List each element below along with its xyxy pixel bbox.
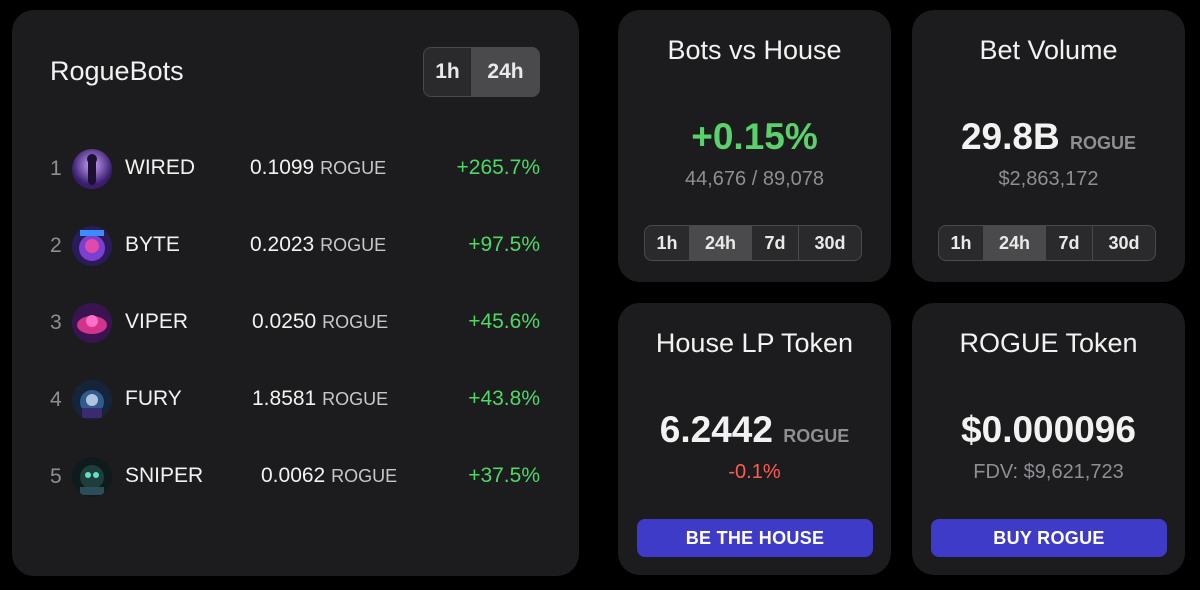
period-1h-button[interactable]: 1h <box>645 226 690 260</box>
bot-avatar <box>72 226 112 266</box>
period-7d-button[interactable]: 7d <box>752 226 799 260</box>
bot-avatar <box>72 380 112 420</box>
price-unit: ROGUE <box>322 312 389 332</box>
bet-volume-usd: $2,863,172 <box>998 168 1099 190</box>
bet-volume-period-selector: 1h 24h 7d 30d <box>938 225 1156 261</box>
bet-volume-unit: ROGUE <box>1070 133 1137 153</box>
bot-change: +97.5% <box>468 233 540 256</box>
buy-rogue-button[interactable]: BUY ROGUE <box>931 519 1167 557</box>
house-lp-unit: ROGUE <box>783 426 850 446</box>
bot-change: +45.6% <box>468 310 540 333</box>
bot-change: +43.8% <box>468 387 540 410</box>
bot-change: +37.5% <box>468 464 540 487</box>
period-7d-button[interactable]: 7d <box>1046 226 1093 260</box>
bet-volume-card: Bet Volume 29.8B ROGUE $2,863,172 1h 24h… <box>912 10 1185 282</box>
price-unit: ROGUE <box>322 389 389 409</box>
rogue-token-price: $0.000096 <box>961 409 1136 450</box>
rank-number: 3 <box>50 311 62 334</box>
bots-vs-house-ratio: 44,676 / 89,078 <box>684 168 824 190</box>
bot-change: +265.7% <box>456 156 541 179</box>
period-24h-button[interactable]: 24h <box>984 226 1046 260</box>
leaderboard-row[interactable]: 5 SNIPER 0.0062 ROGUE +37.5% <box>12 452 579 502</box>
house-lp-token-card: House LP Token 6.2442 ROGUE -0.1% BE THE… <box>618 303 891 575</box>
bot-price: 1.8581 ROGUE <box>252 387 389 410</box>
bot-price: 0.2023 ROGUE <box>250 233 387 256</box>
bet-volume-value: 29.8B ROGUE <box>960 116 1137 157</box>
period-1h-button[interactable]: 1h <box>939 226 984 260</box>
bot-avatar <box>72 303 112 343</box>
price-unit: ROGUE <box>320 235 387 255</box>
rogue-token-card: ROGUE Token $0.000096 FDV: $9,621,723 BU… <box>912 303 1185 575</box>
bot-name: WIRED <box>125 156 195 179</box>
bot-name: FURY <box>125 387 182 410</box>
leaderboard-row[interactable]: 2 BYTE 0.2023 ROGUE +97.5% <box>12 221 579 271</box>
bots-vs-house-value: +0.15% <box>691 116 818 157</box>
bot-name: VIPER <box>125 310 189 333</box>
bot-name: BYTE <box>125 233 180 256</box>
bot-avatar <box>72 457 112 497</box>
period-1h-button[interactable]: 1h <box>424 48 472 96</box>
rank-number: 4 <box>50 388 62 411</box>
house-lp-value: 6.2442 ROGUE <box>659 409 850 450</box>
rank-number: 1 <box>50 157 62 180</box>
card-title: House LP Token <box>655 328 854 358</box>
leaderboard-row[interactable]: 1 WIRED 0.1099 ROGUE +265.7% <box>12 144 579 194</box>
price-unit: ROGUE <box>331 466 398 486</box>
card-title: ROGUE Token <box>959 328 1138 358</box>
bot-name: SNIPER <box>125 464 204 487</box>
bots-vs-house-period-selector: 1h 24h 7d 30d <box>644 225 862 261</box>
be-the-house-button[interactable]: BE THE HOUSE <box>637 519 873 557</box>
bot-price: 0.0062 ROGUE <box>261 464 398 487</box>
bot-price: 0.0250 ROGUE <box>252 310 389 333</box>
price-unit: ROGUE <box>320 158 387 178</box>
leaderboard-title: RogueBots <box>50 56 184 86</box>
bot-price: 0.1099 ROGUE <box>250 156 387 179</box>
period-30d-button[interactable]: 30d <box>799 226 861 260</box>
leaderboard-row[interactable]: 4 FURY 1.8581 ROGUE +43.8% <box>12 375 579 425</box>
period-24h-button[interactable]: 24h <box>690 226 752 260</box>
leaderboard-row[interactable]: 3 VIPER 0.0250 ROGUE +45.6% <box>12 298 579 348</box>
bot-avatar <box>72 149 112 189</box>
card-title: Bet Volume <box>979 35 1118 65</box>
rank-number: 5 <box>50 465 62 488</box>
rank-number: 2 <box>50 234 62 257</box>
bots-vs-house-card: Bots vs House +0.15% 44,676 / 89,078 1h … <box>618 10 891 282</box>
rogue-token-fdv: FDV: $9,621,723 <box>973 461 1124 483</box>
house-lp-change: -0.1% <box>728 461 781 483</box>
period-24h-button[interactable]: 24h <box>472 48 539 96</box>
period-30d-button[interactable]: 30d <box>1093 226 1155 260</box>
card-title: Bots vs House <box>667 35 842 65</box>
leaderboard-period-selector: 1h 24h <box>423 47 540 97</box>
leaderboard-panel: RogueBots 1h 24h 1 WIRED 0.1099 ROGUE +2… <box>12 10 579 576</box>
